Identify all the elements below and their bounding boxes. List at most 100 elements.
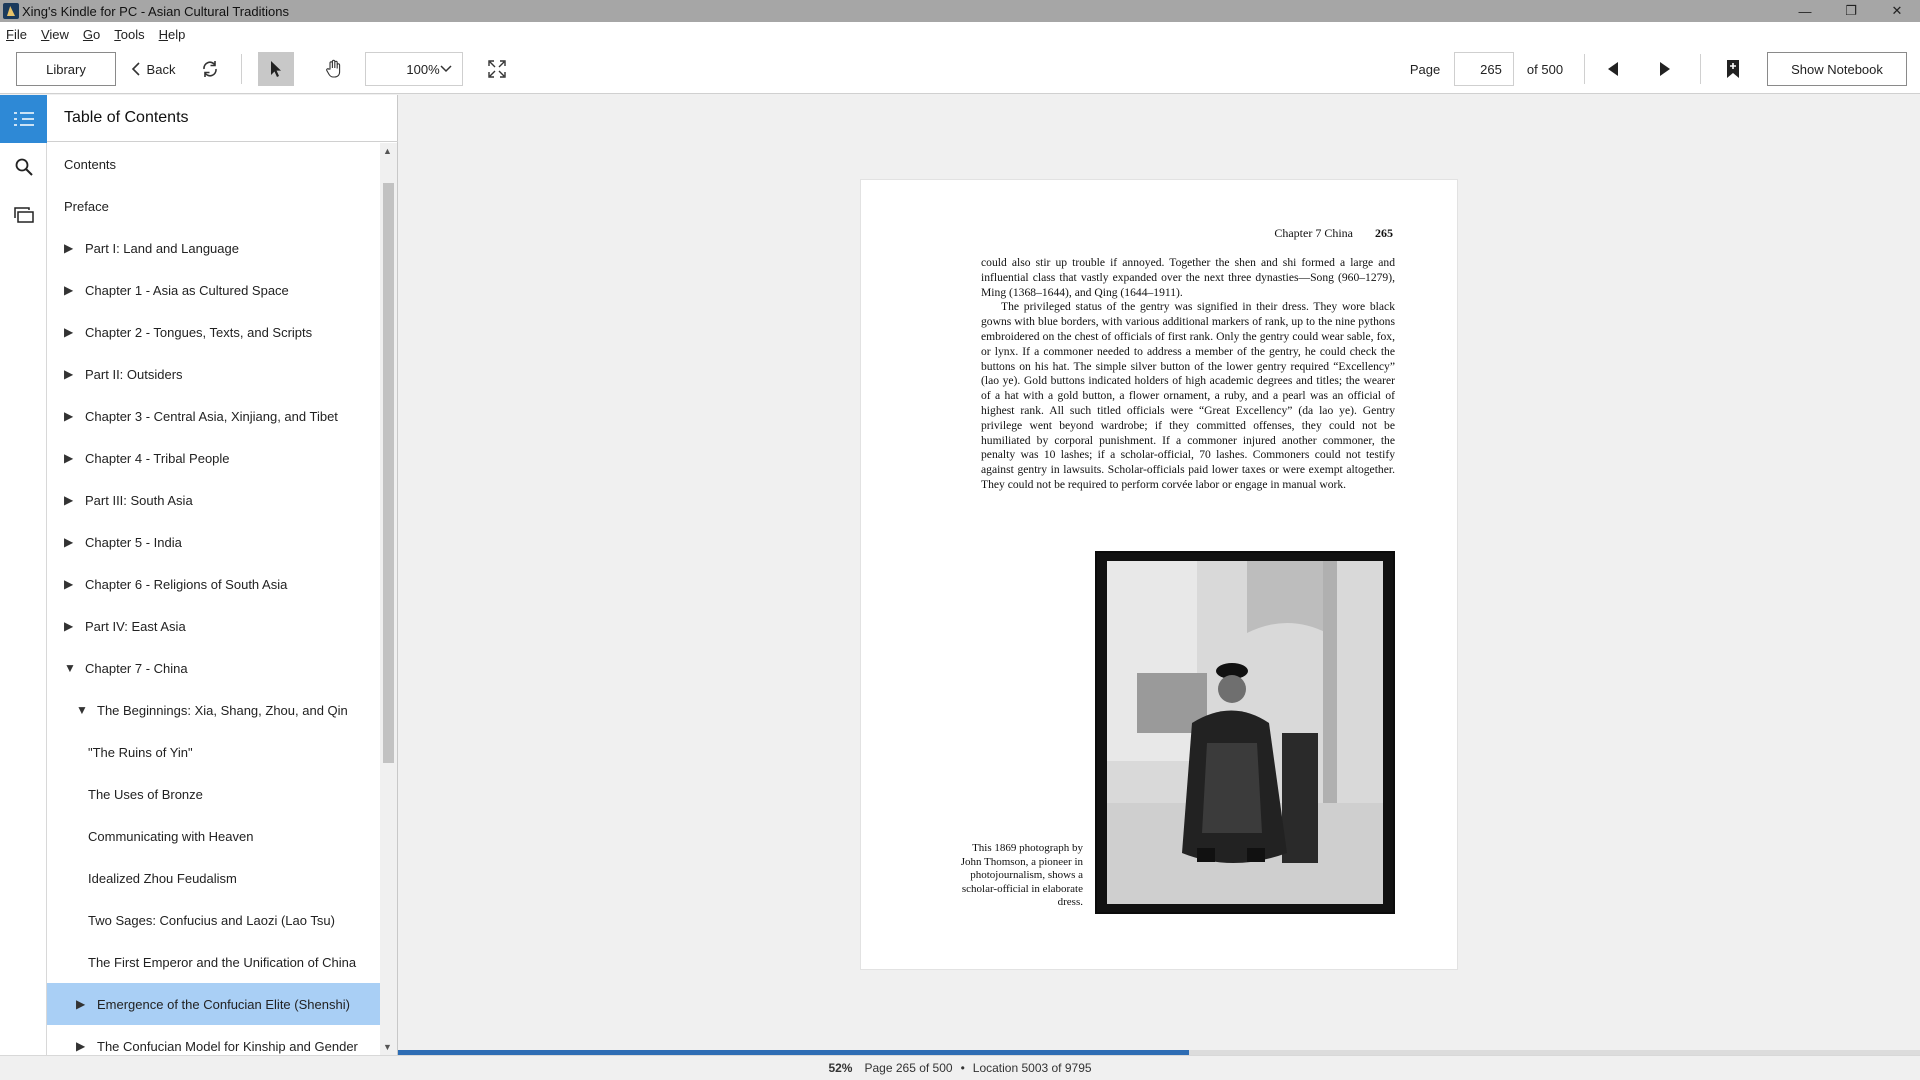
paragraph: The privileged status of the gentry was … [981,300,1395,491]
toc-header: Table of Contents [47,95,398,142]
collapsed-triangle-icon[interactable]: ▶ [64,283,73,297]
toc-list-icon [13,112,34,126]
toc-item[interactable]: ▶ Part III: South Asia [47,479,381,521]
toc-item-label: Part II: Outsiders [85,366,183,382]
side-rail [0,95,47,1055]
toc-item[interactable]: The Uses of Bronze [47,773,381,815]
scroll-up-icon[interactable]: ▲ [383,146,392,156]
library-button[interactable]: Library [16,52,116,86]
collapsed-triangle-icon[interactable]: ▶ [64,367,73,381]
expanded-triangle-icon[interactable]: ▼ [64,661,76,675]
page-photograph [1095,551,1395,914]
toolbar-divider [1700,54,1701,84]
menu-tools[interactable]: Tools [114,27,144,42]
toc-item-label: Communicating with Heaven [88,828,254,844]
zoom-value: 100% [406,61,440,77]
collapsed-triangle-icon[interactable]: ▶ [64,577,73,591]
hand-icon [326,59,341,78]
toc-item-label: Two Sages: Confucius and Laozi (Lao Tsu) [88,912,335,928]
cards-icon [13,207,34,223]
back-button[interactable]: Back [128,52,178,86]
toc-item[interactable]: "The Ruins of Yin" [47,731,381,773]
toc-list: Contents Preface ▶ Part I: Land and Languag… [47,143,381,1055]
collapsed-triangle-icon[interactable]: ▶ [64,325,73,339]
toc-scrollbar[interactable]: ▲ ▼ [380,143,397,1055]
menu-go[interactable]: Go [83,27,100,42]
page-info: Page 265 of 500 [864,1061,953,1075]
toc-item[interactable]: ▶ Chapter 2 - Tongues, Texts, and Scripts [47,311,381,353]
scroll-down-icon[interactable]: ▼ [383,1042,392,1052]
toc-item-label: Chapter 7 - China [85,660,188,676]
sync-button[interactable] [196,52,224,86]
menu-bar: File View Go Tools Help [0,22,1920,46]
running-head: Chapter 7 China 265 [1274,226,1393,241]
toc-item[interactable]: ▶ Chapter 4 - Tribal People [47,437,381,479]
triangle-right-icon [1660,62,1670,76]
toc-item-label: Part I: Land and Language [85,240,239,256]
add-bookmark-button[interactable] [1720,52,1746,86]
book-page[interactable]: Chapter 7 China 265 could also stir up tr… [860,179,1458,970]
toc-item[interactable]: ▶ Part II: Outsiders [47,353,381,395]
toc-item[interactable]: The First Emperor and the Unification of… [47,941,381,983]
collapsed-triangle-icon[interactable]: ▶ [76,997,85,1011]
menu-help[interactable]: Help [159,27,186,42]
toc-item-label: The Uses of Bronze [88,786,203,802]
collapsed-triangle-icon[interactable]: ▶ [64,493,73,507]
hand-tool-button[interactable] [316,52,352,86]
toc-item[interactable]: Two Sages: Confucius and Laozi (Lao Tsu) [47,899,381,941]
toc-item-label: Chapter 1 - Asia as Cultured Space [85,282,289,298]
toc-item-label: Part III: South Asia [85,492,193,508]
flashcards-button[interactable] [0,191,47,239]
toc-item[interactable]: ▶ The Confucian Model for Kinship and Gen… [47,1025,381,1055]
fullscreen-button[interactable] [482,52,512,86]
next-page-button[interactable] [1652,52,1678,86]
toc-item[interactable]: ▶ Emergence of the Confucian Elite (Shens… [47,983,381,1025]
previous-page-button[interactable] [1600,52,1626,86]
collapsed-triangle-icon[interactable]: ▶ [64,409,73,423]
collapsed-triangle-icon[interactable]: ▶ [64,451,73,465]
page-number: 265 [1375,226,1393,240]
toc-item-label: Emergence of the Confucian Elite (Shensh… [97,996,350,1012]
expanded-triangle-icon[interactable]: ▼ [76,703,88,717]
close-button[interactable]: ✕ [1874,0,1920,22]
restore-button[interactable]: ❐ [1828,0,1874,22]
search-button[interactable] [0,143,47,191]
toc-item-label: "The Ruins of Yin" [88,744,193,760]
collapsed-triangle-icon[interactable]: ▶ [64,535,73,549]
minimize-button[interactable]: — [1782,0,1828,22]
photo-caption: This 1869 photograph by John Thomson, a … [960,842,1083,908]
toc-item[interactable]: ▼ The Beginnings: Xia, Shang, Zhou, and Q… [47,689,381,731]
toc-item[interactable]: Idealized Zhou Feudalism [47,857,381,899]
page-number-input[interactable]: 265 [1454,52,1514,86]
menu-file[interactable]: File [6,27,27,42]
toc-item-label: The First Emperor and the Unification of… [88,954,357,970]
toc-item-label: The Confucian Model for Kinship and Gend… [97,1038,358,1054]
back-label: Back [146,61,176,77]
collapsed-triangle-icon[interactable]: ▶ [64,241,73,255]
toc-item[interactable]: ▶ Part IV: East Asia [47,605,381,647]
toc-panel: Table of Contents Contents Preface ▶ Part I… [47,95,398,1055]
toc-item[interactable]: Preface [47,185,381,227]
toolbar-divider [241,54,242,84]
title-bar: Xing's Kindle for PC - Asian Cultural Tr… [0,0,1920,22]
toc-item[interactable]: ▶ Chapter 5 - India [47,521,381,563]
toc-item[interactable]: Contents [47,143,381,185]
toc-item-label: Chapter 4 - Tribal People [85,450,230,466]
toc-item[interactable]: ▼ Chapter 7 - China [47,647,381,689]
toc-item[interactable]: ▶ Chapter 3 - Central Asia, Xinjiang, and… [47,395,381,437]
toc-item[interactable]: ▶ Chapter 6 - Religions of South Asia [47,563,381,605]
selection-tool-button[interactable] [258,52,294,86]
table-of-contents-toggle[interactable] [0,95,47,143]
toc-item[interactable]: ▶ Chapter 1 - Asia as Cultured Space [47,269,381,311]
toolbar: Library Back 100% Page 265 of 500 Show N… [0,46,1920,94]
collapsed-triangle-icon[interactable]: ▶ [76,1039,85,1053]
toc-item[interactable]: Communicating with Heaven [47,815,381,857]
menu-view[interactable]: View [41,27,69,42]
show-notebook-button[interactable]: Show Notebook [1767,52,1907,86]
search-icon [15,158,33,176]
scrollbar-thumb[interactable] [383,183,394,763]
collapsed-triangle-icon[interactable]: ▶ [64,619,73,633]
zoom-select[interactable]: 100% [365,52,463,86]
toc-item[interactable]: ▶ Part I: Land and Language [47,227,381,269]
window-title: Xing's Kindle for PC - Asian Cultural Tr… [22,3,289,19]
